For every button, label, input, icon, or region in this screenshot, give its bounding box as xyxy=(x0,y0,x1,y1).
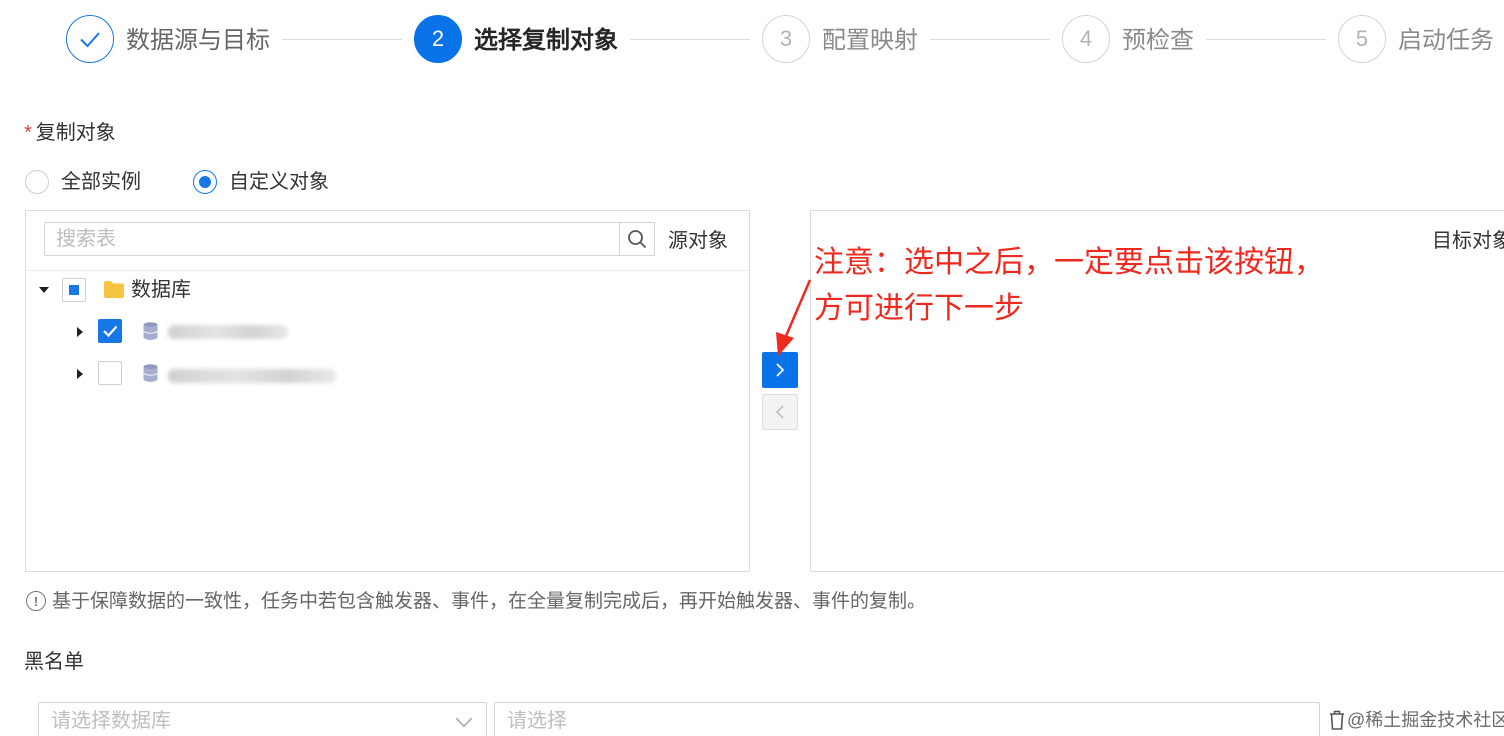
tree-child-label[interactable] xyxy=(168,369,336,383)
source-search-input[interactable]: 搜索表 xyxy=(44,222,620,256)
tree-child-checkbox[interactable] xyxy=(98,319,122,343)
transfer-left-button[interactable] xyxy=(762,394,798,430)
source-panel-divider xyxy=(26,270,749,271)
database-icon xyxy=(143,364,158,382)
step-5-number: 5 xyxy=(1338,15,1386,63)
step-connector xyxy=(630,39,750,40)
copy-objects-label-text: 复制对象 xyxy=(35,122,116,144)
source-panel xyxy=(25,210,750,572)
consistency-tip: 基于保障数据的一致性，任务中若包含触发器、事件，在全量复制完成后，再开始触发器、… xyxy=(52,591,927,612)
step-4-label: 预检查 xyxy=(1122,27,1194,54)
trash-icon[interactable] xyxy=(1329,710,1345,730)
blacklist-label: 黑名单 xyxy=(24,651,84,673)
expand-caret-icon[interactable] xyxy=(39,287,49,293)
step-2-number: 2 xyxy=(414,15,462,63)
blacklist-table-placeholder: 请选择 xyxy=(507,710,567,732)
source-panel-title: 源对象 xyxy=(668,230,728,252)
chevron-right-icon xyxy=(776,363,785,377)
chevron-left-icon xyxy=(775,405,784,419)
annotation-note: 注意：选中之后，一定要点击该按钮， 方可进行下一步 xyxy=(814,240,1324,332)
tree-child-checkbox[interactable] xyxy=(98,361,122,385)
step-3-number: 3 xyxy=(762,15,810,63)
step-5-label: 启动任务 xyxy=(1398,27,1494,54)
step-connector xyxy=(1206,39,1326,40)
step-connector xyxy=(930,39,1050,40)
tree-root-label[interactable]: 数据库 xyxy=(131,276,191,304)
step-2-label: 选择复制对象 xyxy=(474,27,618,54)
tree-child-label[interactable] xyxy=(168,325,288,339)
blacklist-database-placeholder: 请选择数据库 xyxy=(51,710,171,732)
collapse-caret-icon[interactable] xyxy=(77,327,83,337)
tree-root-checkbox[interactable] xyxy=(62,278,86,302)
target-panel-title: 目标对象 xyxy=(1432,230,1504,252)
watermark: @稀土掘金技术社区 xyxy=(1347,710,1504,730)
radio-all-instances[interactable] xyxy=(25,170,49,194)
step-connector xyxy=(282,39,402,40)
search-icon xyxy=(628,230,647,249)
required-mark: * xyxy=(24,122,32,144)
info-icon: ! xyxy=(26,591,46,611)
radio-custom-objects[interactable] xyxy=(193,170,217,194)
check-icon xyxy=(103,325,118,338)
annotation-arrow xyxy=(776,279,812,356)
step-3-label: 配置映射 xyxy=(822,27,918,54)
collapse-caret-icon[interactable] xyxy=(77,369,83,379)
chevron-down-icon xyxy=(455,710,473,728)
radio-all-instances-label[interactable]: 全部实例 xyxy=(61,168,141,196)
radio-custom-objects-label[interactable]: 自定义对象 xyxy=(229,168,329,196)
blacklist-database-select[interactable]: 请选择数据库 xyxy=(38,702,487,736)
folder-icon xyxy=(104,281,124,298)
database-icon xyxy=(143,322,158,340)
copy-objects-label: * 复制对象 xyxy=(24,116,116,145)
blacklist-table-select[interactable]: 请选择 xyxy=(494,702,1320,736)
search-button[interactable] xyxy=(619,222,655,256)
annotation-line-1: 注意：选中之后，一定要点击该按钮， xyxy=(814,246,1324,279)
step-4-number: 4 xyxy=(1062,15,1110,63)
step-1-label: 数据源与目标 xyxy=(126,27,270,54)
annotation-line-2: 方可进行下一步 xyxy=(814,292,1024,325)
step-1-check-icon xyxy=(66,15,114,63)
